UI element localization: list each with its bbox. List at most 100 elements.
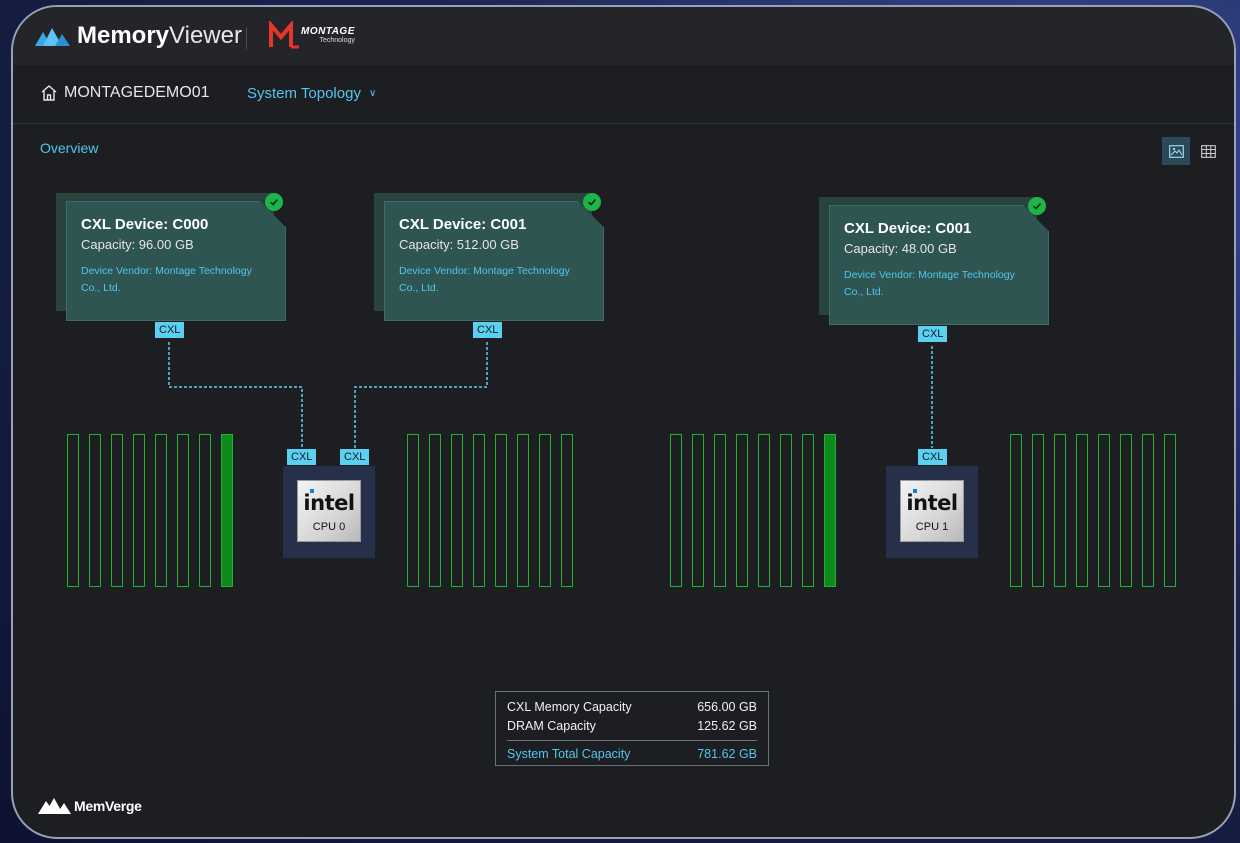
summary-label: DRAM Capacity [507, 719, 596, 733]
card-body: CXL Device: C001 Capacity: 512.00 GB Dev… [384, 201, 604, 321]
summary-value: 781.62 GB [697, 747, 757, 761]
view-dropdown[interactable]: System Topology ∨ [247, 85, 376, 102]
host-breadcrumb[interactable]: MONTAGEDEMO01 [40, 84, 210, 102]
cpu-cxl-port-tag: CXL [287, 449, 317, 465]
company-name: MemVerge [74, 798, 142, 814]
dimm-slot[interactable] [1142, 434, 1154, 587]
chevron-down-icon: ∨ [368, 88, 377, 99]
brand-divider [246, 27, 247, 49]
cxl-link-tag: CXL [473, 322, 503, 338]
dimm-slot[interactable] [517, 434, 529, 587]
dimm-slot[interactable] [692, 434, 704, 587]
device-capacity: Capacity: 512.00 GB [399, 237, 519, 252]
device-vendor: Device Vendor: Montage Technology Co., L… [399, 265, 570, 294]
dimm-slot[interactable] [1010, 434, 1022, 587]
dimm-slot[interactable] [561, 434, 573, 587]
section-title: Overview [40, 140, 99, 156]
memverge-logo-icon [38, 798, 71, 814]
device-capacity: Capacity: 96.00 GB [81, 237, 194, 252]
dimm-slot[interactable] [670, 434, 682, 587]
dimm-slot[interactable] [1098, 434, 1110, 587]
dimm-slot-populated[interactable] [221, 434, 233, 587]
top-bar: MemoryViewer MONTAGE Technology [13, 7, 1234, 65]
dimm-slot[interactable] [89, 434, 101, 587]
intel-logo: intel [906, 491, 958, 515]
dimm-slot[interactable] [111, 434, 123, 587]
dimm-slot[interactable] [133, 434, 145, 587]
dimm-slot[interactable] [1164, 434, 1176, 587]
dimm-bank-cpu1-right [1010, 434, 1176, 589]
cpu-cxl-port-tag: CXL [918, 449, 948, 465]
dimm-slot[interactable] [714, 434, 726, 587]
cpu-chip: intel CPU 1 [900, 480, 964, 542]
card-body: CXL Device: C000 Capacity: 96.00 GB Devi… [66, 201, 286, 321]
home-icon [41, 85, 57, 101]
app-logo[interactable]: MemoryViewer [35, 21, 242, 51]
partner-logo: MONTAGE Technology [269, 21, 355, 49]
device-vendor: Device Vendor: Montage Technology Co., L… [81, 265, 252, 294]
dimm-slot[interactable] [1076, 434, 1088, 587]
image-view-icon [1168, 144, 1184, 158]
summary-label: CXL Memory Capacity [507, 700, 632, 714]
summary-row-total: System Total Capacity 781.62 GB [507, 747, 757, 761]
dimm-slot[interactable] [473, 434, 485, 587]
device-vendor: Device Vendor: Montage Technology Co., L… [844, 269, 1015, 298]
dimm-slot[interactable] [539, 434, 551, 587]
dimm-slot[interactable] [429, 434, 441, 587]
summary-row-dram: DRAM Capacity 125.62 GB [507, 719, 757, 733]
app-window: MemoryViewer MONTAGE Technology MONTAGED… [11, 5, 1236, 839]
cxl-device-card[interactable]: CXL Device: C001 Capacity: 48.00 GB Devi… [819, 197, 1055, 325]
table-view-button[interactable] [1194, 137, 1222, 165]
dimm-slot[interactable] [1120, 434, 1132, 587]
cxl-link-tag: CXL [918, 326, 948, 342]
dimm-slot[interactable] [802, 434, 814, 587]
dimm-slot[interactable] [736, 434, 748, 587]
dimm-slot[interactable] [451, 434, 463, 587]
dimm-slot[interactable] [780, 434, 792, 587]
device-title: CXL Device: C001 [844, 220, 972, 237]
cxl-device-card[interactable]: CXL Device: C000 Capacity: 96.00 GB Devi… [56, 193, 286, 321]
intel-logo-dot [310, 489, 314, 493]
card-body: CXL Device: C001 Capacity: 48.00 GB Devi… [829, 205, 1049, 325]
app-title: MemoryViewer [77, 22, 242, 49]
status-ok-icon [265, 193, 283, 211]
dimm-slot[interactable] [495, 434, 507, 587]
dimm-slot[interactable] [67, 434, 79, 587]
dimm-slot[interactable] [155, 434, 167, 587]
dimm-slot[interactable] [407, 434, 419, 587]
cxl-device-card[interactable]: CXL Device: C001 Capacity: 512.00 GB Dev… [374, 193, 604, 321]
device-title: CXL Device: C001 [399, 216, 527, 233]
dimm-bank-cpu1-left [670, 434, 836, 589]
summary-row-cxl: CXL Memory Capacity 656.00 GB [507, 700, 757, 714]
navigation-bar: MONTAGEDEMO01 System Topology ∨ [13, 65, 1234, 124]
dimm-slot[interactable] [199, 434, 211, 587]
intel-logo: intel [303, 491, 355, 515]
montage-logo-icon [269, 21, 299, 49]
footer-logo: MemVerge [38, 797, 142, 815]
cpu-1[interactable]: intel CPU 1 [886, 466, 978, 558]
view-mode-toggle [1162, 137, 1222, 165]
partner-subtitle: Technology [319, 36, 355, 44]
dimm-slot[interactable] [1032, 434, 1044, 587]
capacity-summary: CXL Memory Capacity 656.00 GB DRAM Capac… [495, 691, 769, 766]
device-title: CXL Device: C000 [81, 216, 209, 233]
cpu-chip: intel CPU 0 [297, 480, 361, 542]
cpu-0[interactable]: intel CPU 0 [283, 466, 375, 558]
dimm-slot[interactable] [758, 434, 770, 587]
cpu-label: CPU 0 [312, 521, 346, 533]
dimm-slot[interactable] [177, 434, 189, 587]
table-view-icon [1200, 144, 1216, 158]
image-view-button[interactable] [1162, 137, 1190, 165]
dimm-slot[interactable] [1054, 434, 1066, 587]
dimm-slot-populated[interactable] [824, 434, 836, 587]
summary-value: 125.62 GB [697, 719, 757, 733]
dimm-bank-cpu0-right [407, 434, 573, 589]
cpu-label: CPU 1 [915, 521, 949, 533]
status-ok-icon [583, 193, 601, 211]
cxl-link-tag: CXL [155, 322, 185, 338]
intel-logo-dot [913, 489, 917, 493]
memoryviewer-logo-icon [35, 28, 70, 46]
dimm-bank-cpu0-left [67, 434, 233, 589]
cpu-cxl-port-tag: CXL [340, 449, 370, 465]
device-capacity: Capacity: 48.00 GB [844, 241, 957, 256]
